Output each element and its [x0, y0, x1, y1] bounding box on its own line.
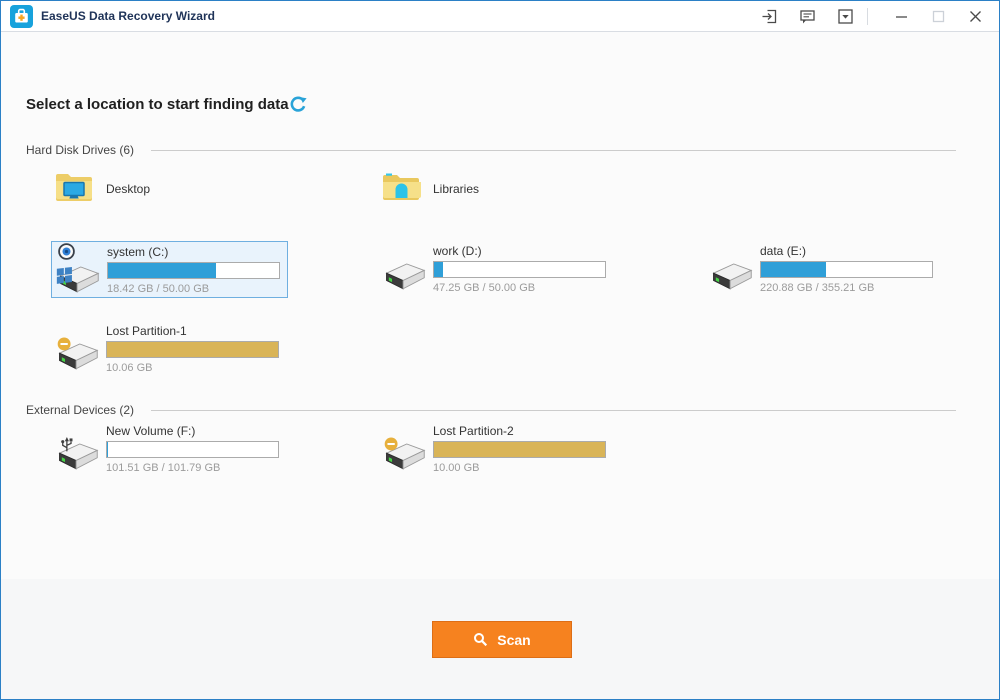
refresh-button[interactable] — [289, 96, 307, 114]
drive-size-label: 47.25 GB / 50.00 GB — [433, 282, 536, 294]
chevron-down-icon — [837, 8, 853, 24]
usage-bar-fill — [108, 263, 216, 278]
minimize-button[interactable] — [884, 1, 918, 31]
location-label: Desktop — [106, 182, 151, 196]
refresh-icon — [290, 96, 307, 112]
content-background — [1, 32, 999, 579]
drive-name: work (D:) — [433, 244, 482, 258]
page-title: Select a location to start finding data — [26, 96, 289, 113]
close-button[interactable] — [958, 1, 992, 31]
location-item-desktop[interactable]: Desktop — [51, 167, 288, 211]
drive-size-label: 220.88 GB / 355.21 GB — [760, 282, 875, 294]
titlebar: EaseUS Data Recovery Wizard — [1, 1, 999, 32]
usage-bar-fill — [434, 262, 444, 277]
lost-partition-drive-icon — [381, 435, 427, 475]
usage-bar — [107, 262, 280, 279]
drive-name: Lost Partition-1 — [106, 324, 187, 338]
signin-icon — [762, 9, 776, 23]
menu-dropdown-button[interactable] — [828, 1, 862, 31]
windows-drive-icon — [55, 258, 101, 298]
drive-item-system-c[interactable]: system (C:) 18.42 GB / 50.00 GB — [51, 241, 288, 298]
drive-name: data (E:) — [760, 244, 807, 258]
drive-item-lost-partition-1[interactable]: Lost Partition-1 10.06 GB — [51, 321, 288, 378]
feedback-button[interactable] — [790, 1, 824, 31]
easeus-data-recovery-window: { "titlebar": { "app_title": "EaseUS Dat… — [0, 0, 1000, 700]
scan-button[interactable]: Scan — [432, 621, 572, 658]
usage-bar — [106, 341, 279, 358]
drive-icon — [381, 255, 427, 295]
titlebar-separator — [867, 8, 868, 25]
minimize-icon — [895, 15, 907, 18]
signin-button[interactable] — [752, 1, 786, 31]
section-divider — [151, 150, 956, 151]
libraries-folder-icon — [381, 169, 427, 209]
usage-bar-fill — [107, 442, 108, 457]
app-title: EaseUS Data Recovery Wizard — [41, 9, 215, 23]
drive-item-data-e[interactable]: data (E:) 220.88 GB / 355.21 GB — [705, 241, 942, 298]
app-logo-icon — [10, 5, 33, 28]
section-header-external-devices: External Devices (2) — [26, 403, 135, 417]
drive-name: New Volume (F:) — [106, 424, 196, 438]
usage-bar-fill — [107, 342, 278, 357]
drive-size-label: 101.51 GB / 101.79 GB — [106, 462, 221, 474]
desktop-folder-icon — [54, 169, 100, 209]
usage-bar-fill — [434, 442, 605, 457]
drive-icon — [708, 255, 754, 295]
location-item-libraries[interactable]: Libraries — [378, 167, 615, 211]
usb-drive-icon — [54, 435, 100, 475]
search-icon — [474, 633, 488, 647]
maximize-icon — [932, 10, 944, 22]
location-label: Libraries — [433, 182, 480, 196]
usage-bar — [433, 441, 606, 458]
drive-size-label: 10.06 GB — [106, 362, 153, 374]
feedback-icon — [799, 9, 815, 23]
lost-partition-drive-icon — [54, 335, 100, 375]
drive-name: system (C:) — [107, 245, 169, 259]
section-divider — [151, 410, 956, 411]
usage-bar — [433, 261, 606, 278]
maximize-button[interactable] — [921, 1, 955, 31]
drive-item-work-d[interactable]: work (D:) 47.25 GB / 50.00 GB — [378, 241, 615, 298]
close-icon — [969, 10, 981, 22]
section-header-hard-disk-drives: Hard Disk Drives (6) — [26, 143, 135, 157]
usage-bar-fill — [761, 262, 826, 277]
drive-size-label: 18.42 GB / 50.00 GB — [107, 283, 210, 295]
usage-bar — [106, 441, 279, 458]
scan-button-label: Scan — [497, 631, 531, 648]
drive-item-new-volume-f[interactable]: New Volume (F:) 101.51 GB / 101.79 GB — [51, 421, 288, 478]
usage-bar — [760, 261, 933, 278]
drive-item-lost-partition-2[interactable]: Lost Partition-2 10.00 GB — [378, 421, 615, 478]
drive-name: Lost Partition-2 — [433, 424, 514, 438]
drive-size-label: 10.00 GB — [433, 462, 480, 474]
